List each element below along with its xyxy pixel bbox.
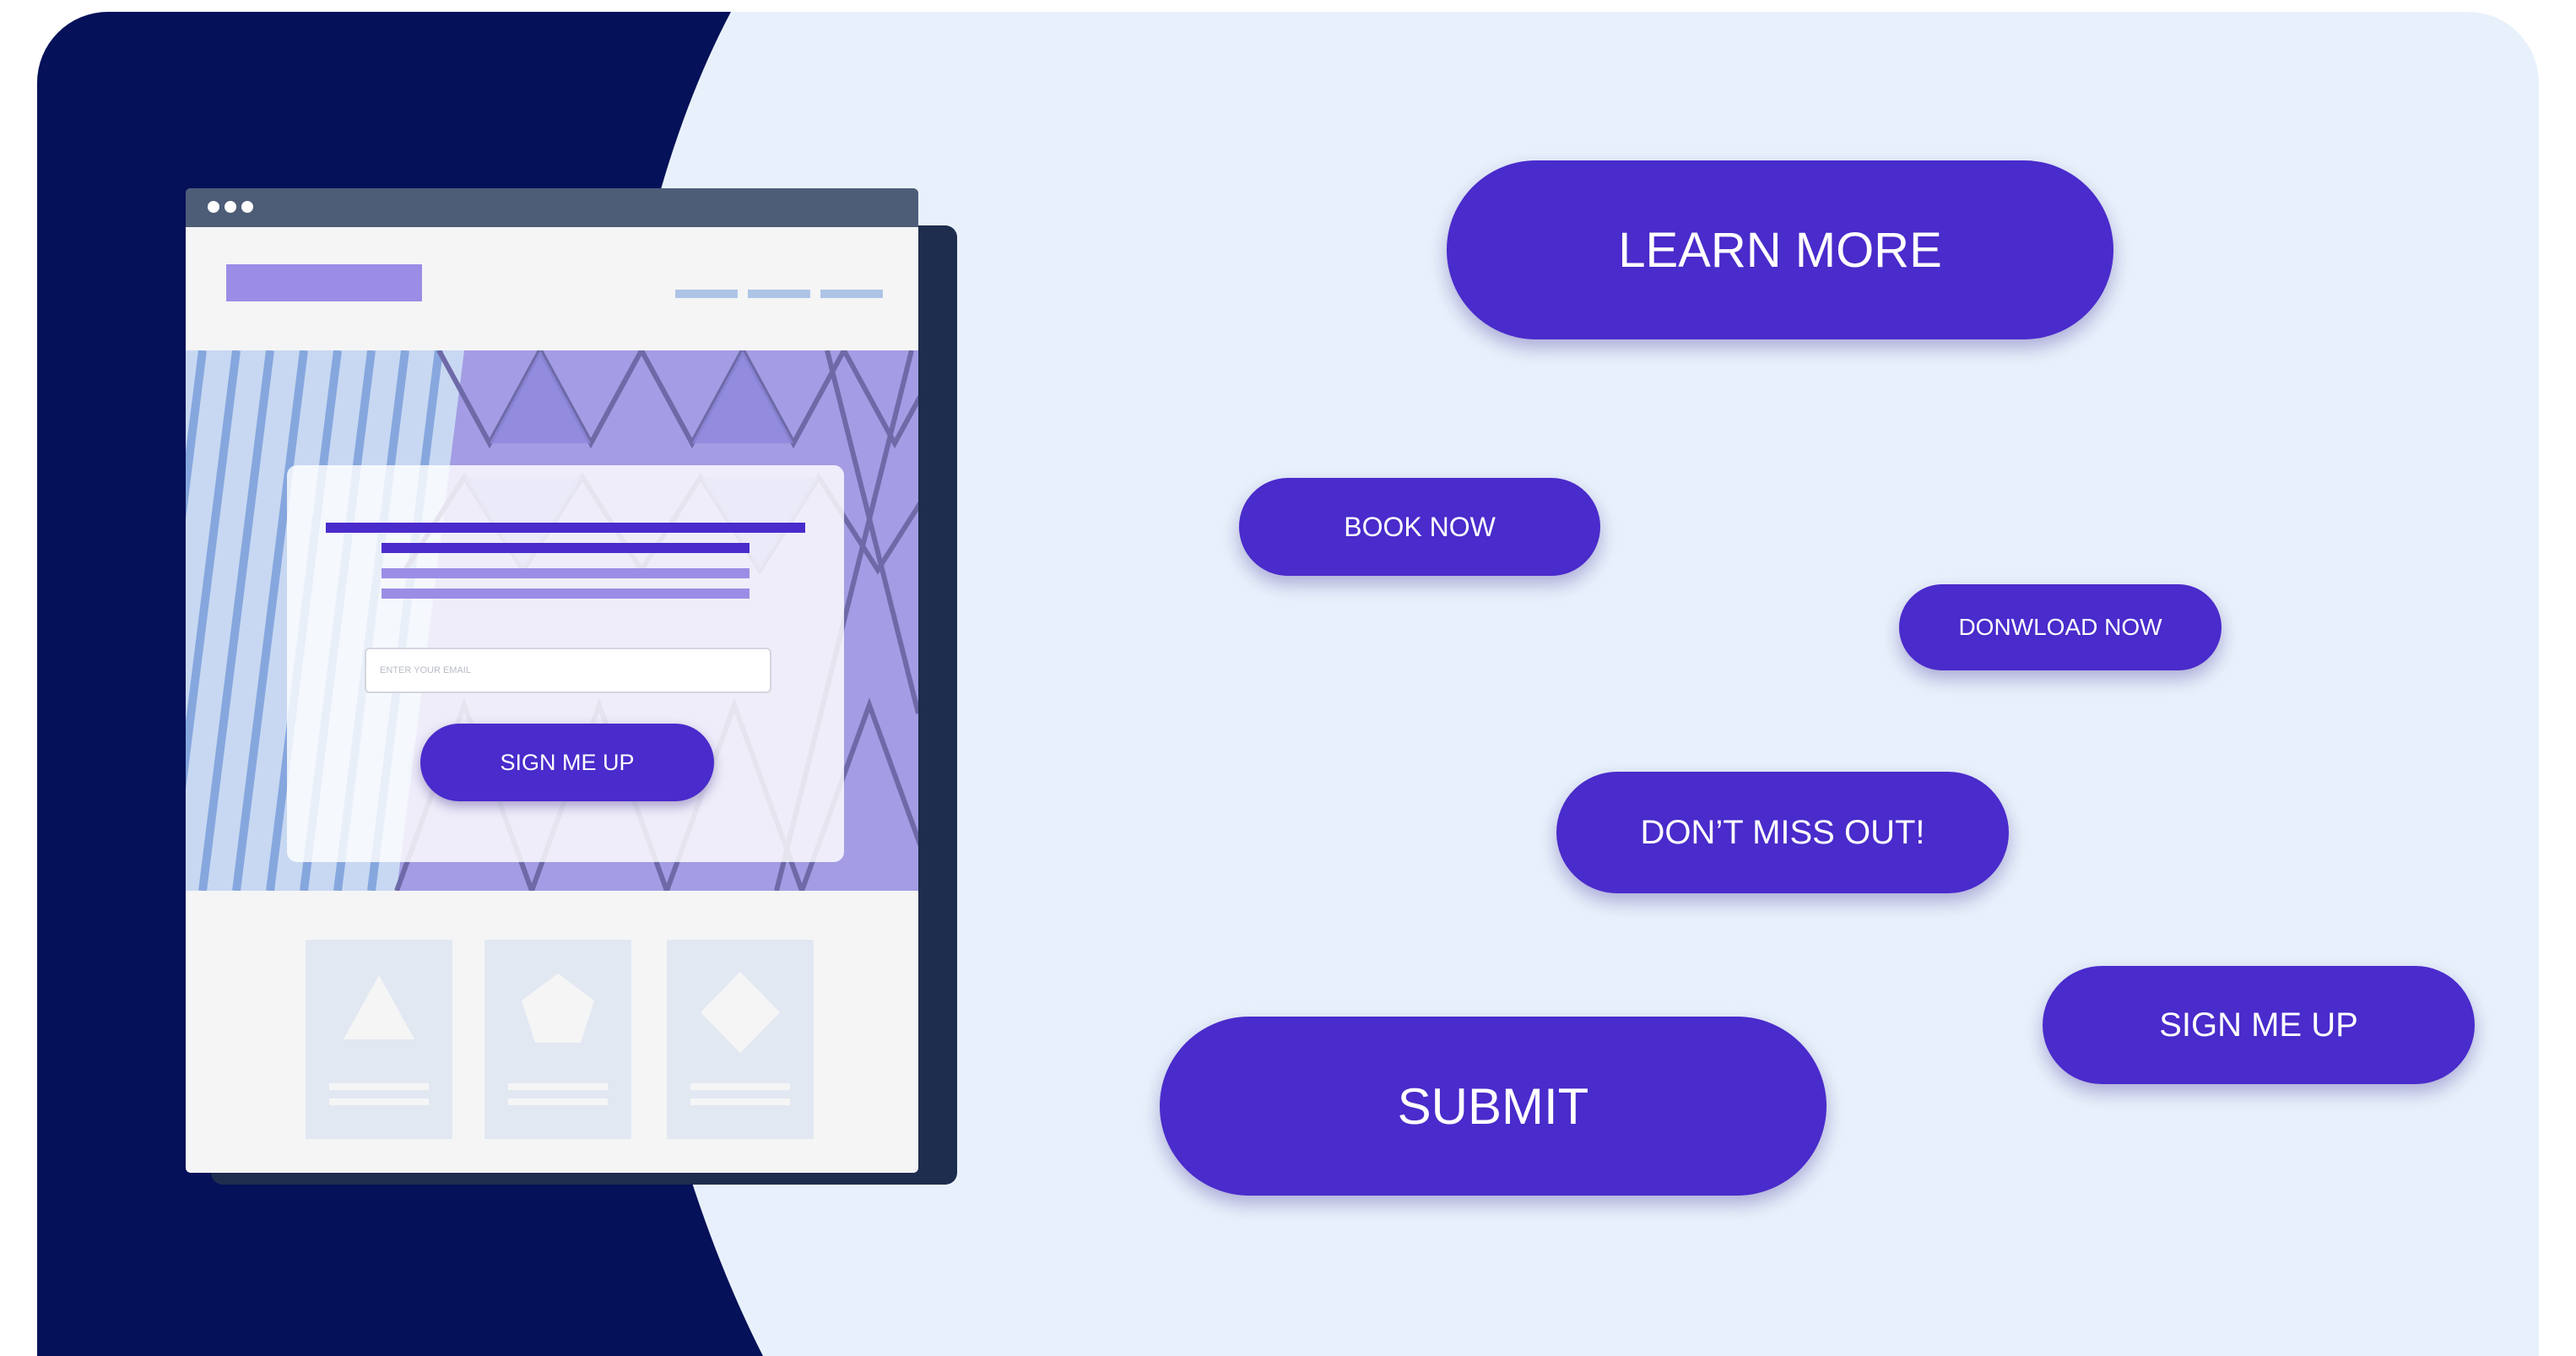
window-dot-icon [225,201,236,213]
form-heading-line [382,543,750,553]
form-heading-line [326,523,805,533]
mock-sign-me-up-button[interactable]: SIGN ME UP [420,724,714,801]
mock-logo [226,264,422,301]
browser-title-bar [186,188,918,227]
diamond-icon [701,972,780,1053]
mock-nav-link [675,290,738,298]
feature-card [306,940,452,1139]
mock-nav-link [748,290,810,298]
window-dot-icon [208,201,219,213]
mock-hero: SIGN ME UP [186,350,918,891]
download-now-button[interactable]: DONWLOAD NOW [1899,584,2222,670]
pentagon-icon [522,974,594,1043]
sign-me-up-button[interactable]: SIGN ME UP [2043,966,2475,1084]
email-field[interactable] [365,648,771,693]
submit-button[interactable]: SUBMIT [1160,1017,1826,1196]
illustration-card: SIGN ME UP [37,12,2539,1356]
learn-more-button[interactable]: LEARN MORE [1447,160,2113,339]
browser-window: SIGN ME UP [186,188,918,1173]
form-text-line [382,568,750,578]
feature-card [484,940,631,1139]
window-dot-icon [241,201,253,213]
mock-nav-link [820,290,883,298]
mock-browser: SIGN ME UP [186,188,957,1185]
feature-card [667,940,814,1139]
dont-miss-out-button[interactable]: DON’T MISS OUT! [1556,772,2009,893]
form-text-line [382,589,750,599]
book-now-button[interactable]: BOOK NOW [1239,478,1600,576]
triangle-icon [344,975,414,1039]
signup-form-card: SIGN ME UP [287,465,844,862]
